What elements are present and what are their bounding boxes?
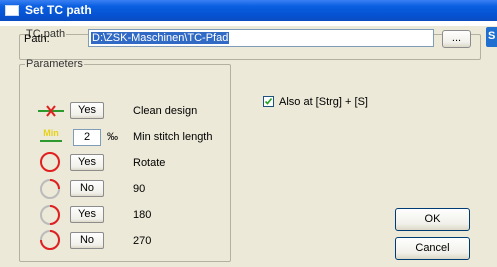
cancel-button[interactable]: Cancel [395,237,470,260]
window-title: Set TC path [25,3,92,17]
path-input[interactable]: D:\ZSK-Maschinen\TC-Pfad [88,29,434,47]
browse-button[interactable]: ... [442,30,471,48]
min-stitch-icon: Min [37,126,65,148]
rotate-90-label: 90 [133,183,146,195]
also-at-checkbox[interactable] [263,96,274,107]
ok-button[interactable]: OK [395,208,470,231]
set-tc-path-dialog: Set TC path TC path Path: D:\ZSK-Maschin… [0,0,497,267]
rotate-90-toggle[interactable]: No [70,180,104,197]
rotate-270-toggle[interactable]: No [70,232,104,249]
min-stitch-length-label: Min stitch length [133,131,213,143]
path-label: Path: [24,33,50,45]
title-bar-separator [0,21,497,26]
save-icon[interactable]: S [486,27,497,47]
window-icon [5,5,19,16]
clean-design-icon [37,99,65,121]
rotate-label: Rotate [133,157,166,169]
also-at-label: Also at [Strg] + [S] [279,96,368,108]
parameters-legend: Parameters [26,58,83,70]
min-icon-text: Min [43,128,59,138]
min-stitch-unit: ‰ [107,131,118,143]
rotate-270-label: 270 [133,235,152,247]
rotate-toggle[interactable]: Yes [70,154,104,171]
title-bar[interactable]: Set TC path [0,0,497,21]
rotate-180-toggle[interactable]: Yes [70,206,104,223]
min-stitch-length-input[interactable]: 2 [73,129,101,146]
rotate-icon [37,151,65,173]
rotate-180-label: 180 [133,209,152,221]
clean-design-toggle[interactable]: Yes [70,102,104,119]
path-input-value: D:\ZSK-Maschinen\TC-Pfad [91,32,230,44]
rotate-90-icon [37,178,65,200]
clean-design-label: Clean design [133,105,198,117]
rotate-180-icon [37,204,65,226]
checkmark-icon [264,98,273,105]
rotate-270-icon [37,229,65,251]
